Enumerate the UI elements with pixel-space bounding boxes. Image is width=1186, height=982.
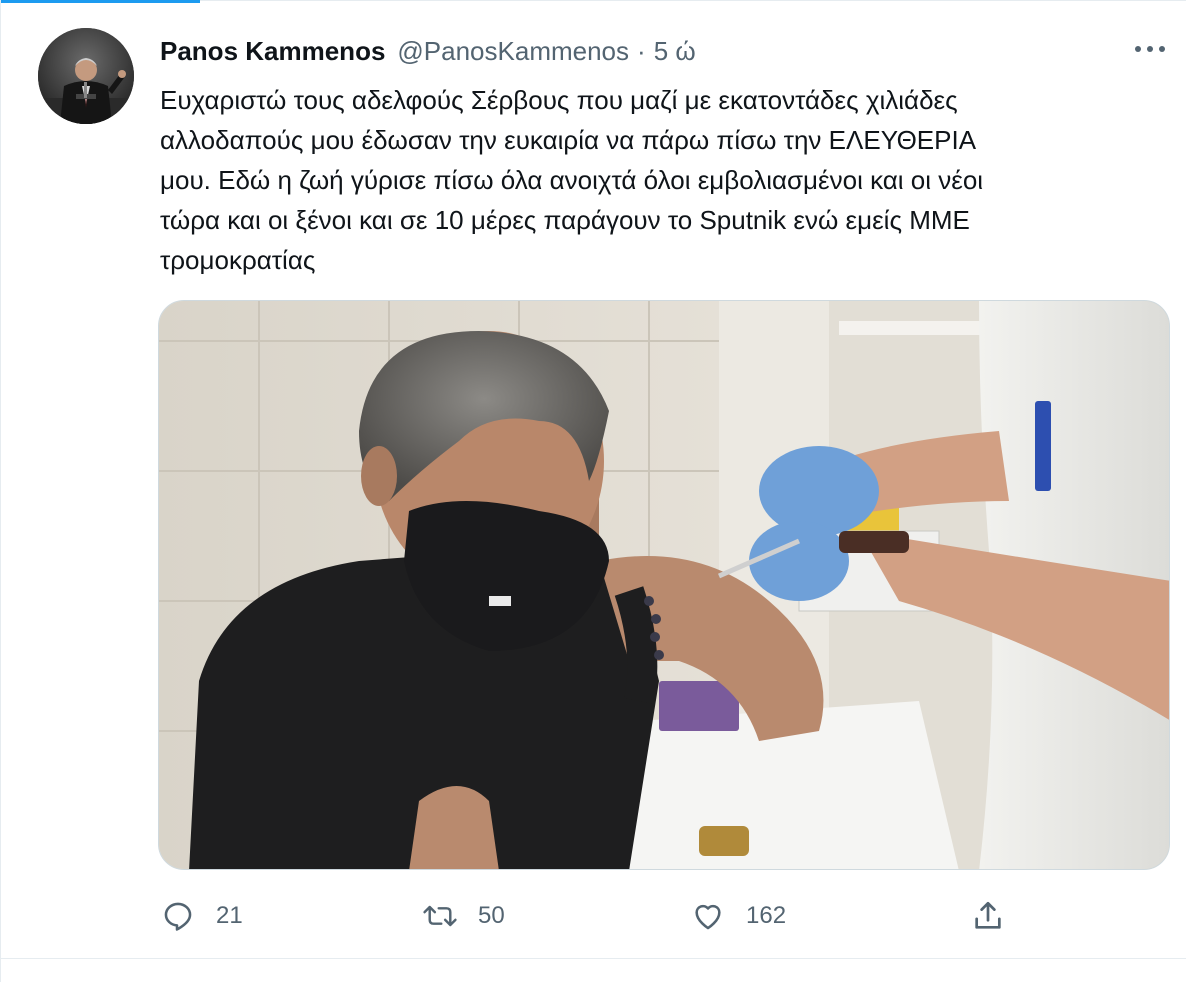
more-options-button[interactable]: [1130, 36, 1170, 62]
reply-icon: [160, 898, 196, 934]
more-options-icon: [1135, 46, 1165, 52]
tweet[interactable]: Panos Kammenos @PanosKammenos · 5 ώ Ευχα…: [0, 0, 1186, 958]
retweet-button[interactable]: 50: [422, 892, 505, 940]
tweet-text-line: μου. Εδώ η ζωή γύρισε πίσω όλα ανοιχτά ό…: [160, 165, 984, 195]
separator-dot: ·: [637, 35, 646, 66]
avatar-photo: [38, 28, 134, 124]
like-button[interactable]: 162: [690, 892, 786, 940]
author-display-name[interactable]: Panos Kammenos: [160, 36, 385, 67]
heart-icon: [690, 898, 726, 934]
reply-button[interactable]: 21: [160, 892, 243, 940]
retweet-count: 50: [478, 902, 505, 929]
tweet-timestamp[interactable]: 5 ώ: [654, 36, 696, 67]
tweet-actions: 21 50 162: [160, 892, 1040, 940]
author-handle[interactable]: @PanosKammenos: [397, 36, 629, 67]
reply-count: 21: [216, 902, 243, 929]
tweet-text: Ευχαριστώ τους αδελφούς Σέρβους που μαζί…: [160, 80, 1160, 280]
tweet-text-line: τώρα και οι ξένοι και σε 10 μέρες παράγο…: [160, 205, 970, 235]
bottom-divider: [0, 958, 1186, 959]
retweet-icon: [422, 898, 458, 934]
tweet-header: Panos Kammenos @PanosKammenos · 5 ώ: [160, 34, 696, 68]
share-button[interactable]: [970, 892, 1006, 940]
tweet-photo[interactable]: [158, 300, 1170, 870]
tweet-text-line: Ευχαριστώ τους αδελφούς Σέρβους που μαζί…: [160, 85, 958, 115]
vaccination-photo: [159, 301, 1169, 869]
avatar[interactable]: [38, 28, 134, 124]
tweet-text-line: τρομοκρατίας: [160, 245, 316, 275]
like-count: 162: [746, 902, 787, 929]
share-icon: [970, 898, 1006, 934]
tweet-text-line: αλλοδαπούς μου έδωσαν την ευκαιρία να πά…: [160, 125, 977, 155]
